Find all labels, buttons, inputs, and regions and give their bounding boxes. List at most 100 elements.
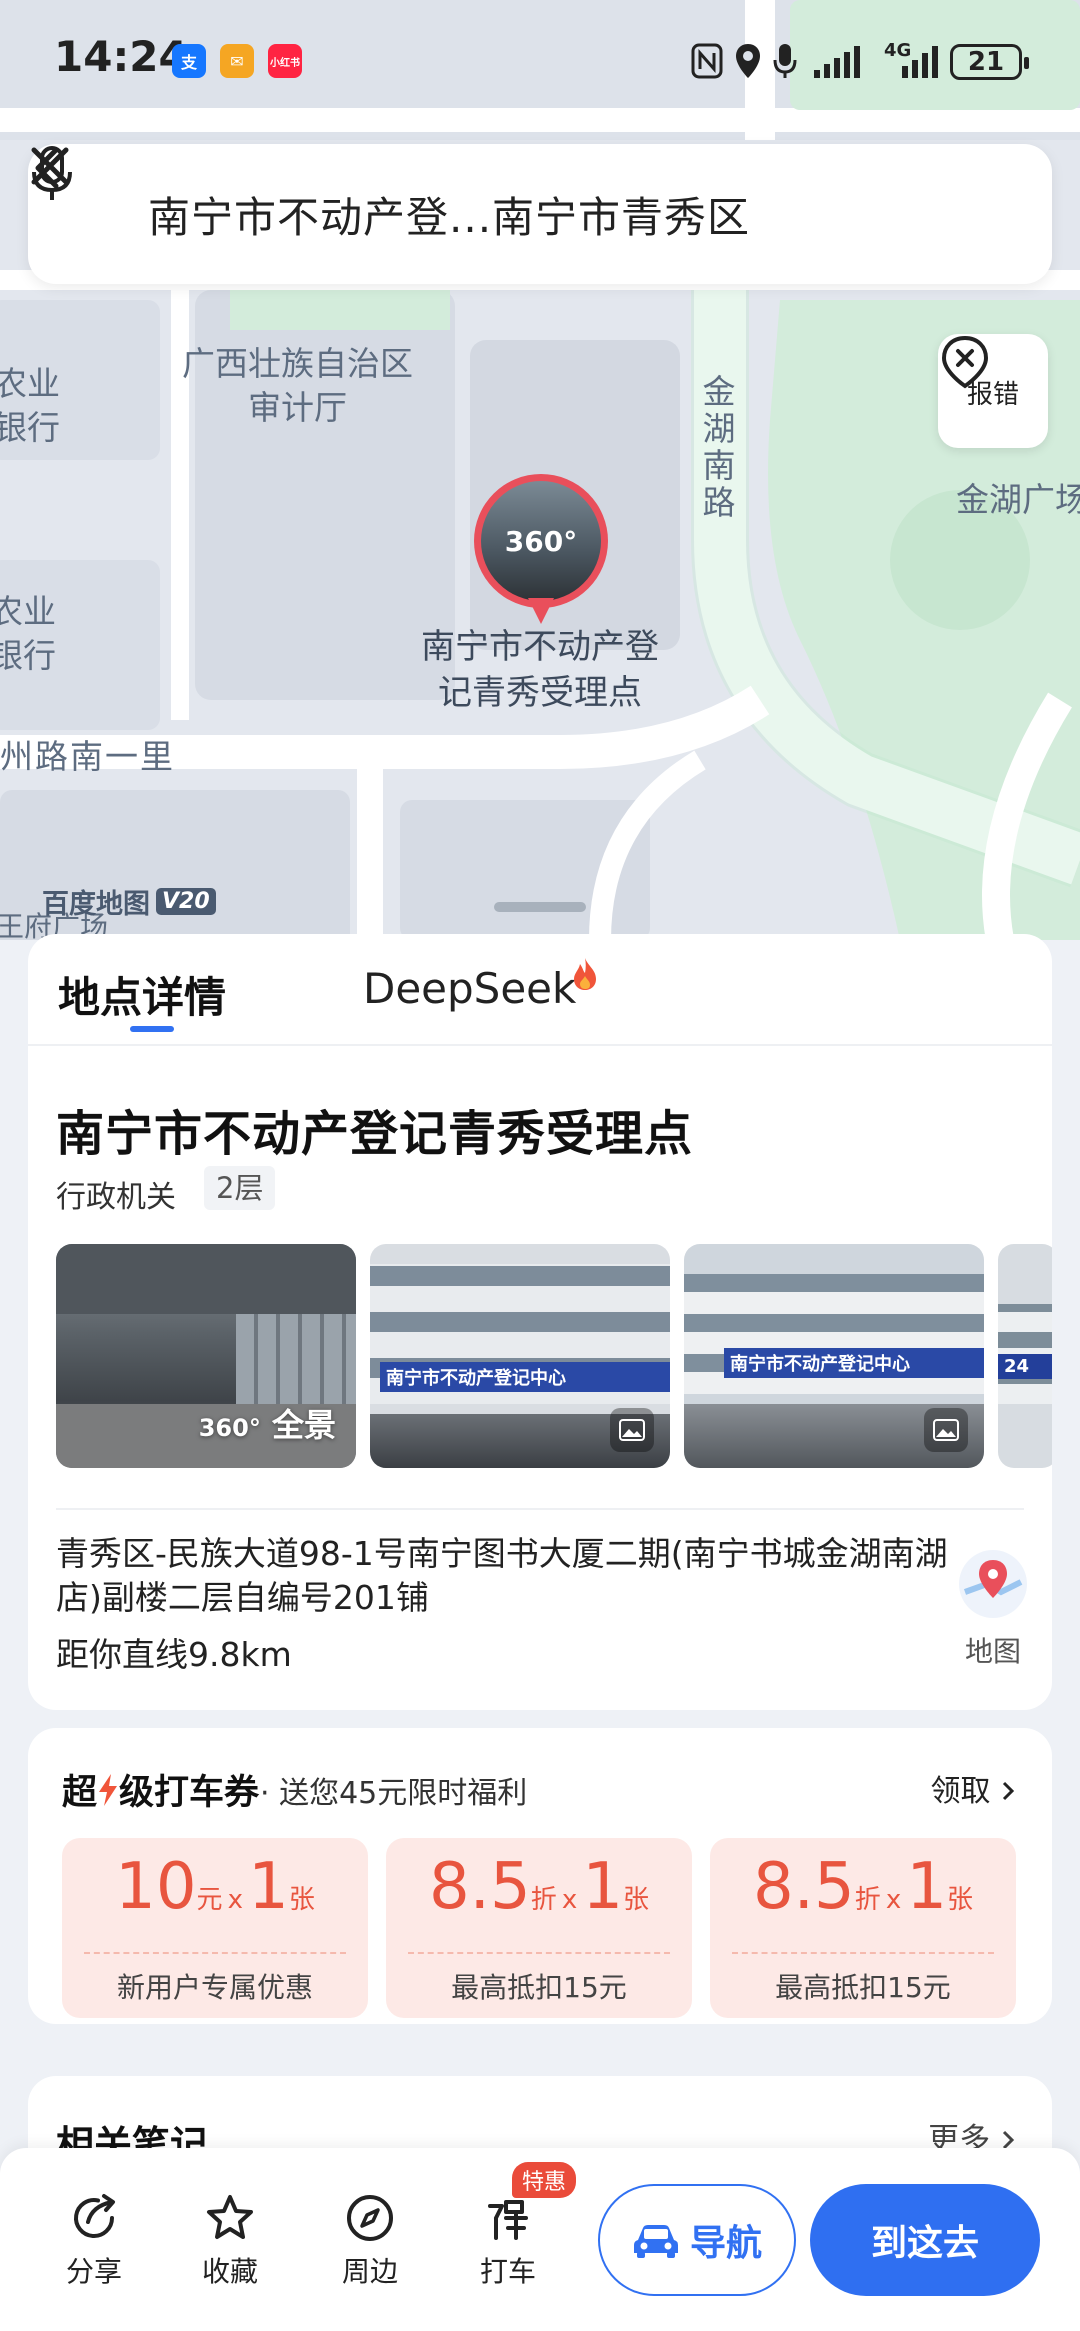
panorama-360-icon: 360°: [481, 481, 601, 601]
share-button[interactable]: 分享: [44, 2192, 144, 2290]
panorama-text: 全景: [271, 1406, 336, 1444]
drag-handle[interactable]: [494, 902, 586, 912]
clear-search-button[interactable]: [31, 144, 1052, 284]
status-bar: 14:24 支 ✉ 小红书 4G 21: [0, 0, 1080, 120]
floor-badge: 2层: [204, 1166, 276, 1210]
panorama-photo[interactable]: 360° 全景: [56, 1244, 356, 1468]
star-icon: [207, 2195, 253, 2239]
coupon-amount: 8.5: [752, 1850, 855, 1924]
nearby-button[interactable]: 周边: [320, 2192, 420, 2290]
car-icon: [633, 2225, 678, 2258]
go-here-label: 到这去: [870, 2223, 979, 2264]
place-category: 行政机关: [56, 1180, 176, 1215]
place-photo-4[interactable]: 24: [998, 1244, 1052, 1468]
map-label-audit-office: 广西壮族自治区 审计厅: [182, 344, 413, 427]
panorama-label: 360° 全景: [199, 1400, 336, 1446]
building-sign: 南宁市不动产登记中心: [724, 1348, 984, 1378]
place-title: 南宁市不动产登记青秀受理点: [56, 1106, 694, 1162]
tab-place-details[interactable]: 地点详情: [58, 964, 226, 1025]
chevron-right-icon: [1002, 1781, 1015, 1801]
coupon-times: x: [885, 1885, 902, 1915]
map-label-road-south: 州路南一里: [0, 737, 175, 776]
coupon-item[interactable]: 8.5折 x 1张 最高抵扣15元: [710, 1838, 1016, 2018]
lightning-icon: [99, 1773, 118, 1806]
coupon-value: 8.5折 x 1张: [710, 1850, 1016, 1924]
coupon-amount: 8.5: [428, 1850, 531, 1924]
xiaohongshu-icon: 小红书: [268, 44, 302, 78]
search-query[interactable]: 南宁市不动产登...南宁市青秀区: [148, 184, 844, 245]
coupon-title-prefix: 超: [62, 1773, 98, 1813]
coupon-item[interactable]: 10元 x 1张 新用户专属优惠: [62, 1838, 368, 2018]
map-label-jinhu-square: 金湖广场: [956, 480, 1080, 519]
search-bar[interactable]: 南宁市不动产登...南宁市青秀区: [28, 144, 1052, 284]
coupon-title: 超 级打车券: [62, 1764, 259, 1815]
place-address[interactable]: 青秀区-民族大道98-1号南宁图书大厦二期(南宁书城金湖南湖店)副楼二层自编号2…: [56, 1532, 956, 1620]
report-error-button[interactable]: 报错: [938, 334, 1048, 448]
map-label-bank-1: 农业 银行: [0, 364, 60, 447]
navigate-label: 导航: [689, 2223, 762, 2264]
map-location-icon: [959, 1550, 1027, 1618]
favorite-label: 收藏: [201, 2255, 258, 2288]
pin-circle: 360°: [474, 474, 608, 608]
coupon-item[interactable]: 8.5折 x 1张 最高抵扣15元: [386, 1838, 692, 2018]
map-view[interactable]: 广西壮族自治区 审计厅 农业 银行 农业 银行 州路南一里 金湖南路 金湖广场 …: [0, 0, 1080, 940]
active-tab-indicator: [130, 1026, 174, 1032]
fire-icon: [574, 958, 596, 990]
report-pin-icon: [941, 335, 989, 389]
compass-icon: [347, 2195, 393, 2241]
taxi-icon: [488, 2200, 528, 2240]
place-detail-card: 地点详情 DeepSeek 南宁市不动产登记青秀受理点 行政机关 2层 360°…: [28, 934, 1052, 1710]
logo-version: V20: [156, 888, 216, 915]
alipay-icon: 支: [172, 44, 206, 78]
navigate-button[interactable]: 导航: [598, 2184, 796, 2296]
claim-coupon-button[interactable]: 领取: [930, 1766, 1016, 1810]
pin-tail: [528, 598, 554, 624]
location-pin[interactable]: 360°: [474, 474, 608, 624]
coupon-count: 1: [582, 1850, 624, 1924]
taxi-label: 打车: [479, 2255, 536, 2288]
taxi-button[interactable]: 打车: [458, 2192, 558, 2290]
nearby-label: 周边: [341, 2255, 398, 2288]
coupon-desc: 新用户专属优惠: [116, 1971, 313, 2004]
share-icon: [74, 2194, 115, 2239]
coupon-value: 10元 x 1张: [62, 1850, 368, 1924]
map-label-bank-2: 农业 银行: [0, 592, 56, 675]
coupon-desc: 最高抵扣15元: [775, 1971, 951, 2004]
tab-deepseek[interactable]: DeepSeek: [363, 964, 576, 1013]
coupon-subtitle: · 送您45元限时福利: [260, 1776, 528, 1811]
building-sign: 24: [998, 1354, 1052, 1379]
promo-badge: 特惠: [512, 2162, 577, 2198]
photo-strip[interactable]: 360° 全景 南宁市不动产登记中心 南宁市不动产登记中心 24: [56, 1244, 1052, 1468]
share-label: 分享: [65, 2255, 122, 2288]
mail-icon: ✉: [220, 44, 254, 78]
panorama-badge: 360°: [198, 1414, 261, 1442]
go-here-button[interactable]: 到这去: [810, 2184, 1040, 2296]
coupon-desc: 最高抵扣15元: [451, 1971, 627, 2004]
coupon-divider: [408, 1952, 670, 1954]
baidu-map-logo: 百度地图 V20: [42, 882, 216, 921]
bottom-action-bar: 分享 收藏 周边 打车 特惠 导航 到这去: [0, 2148, 1080, 2331]
place-photo-3[interactable]: 南宁市不动产登记中心: [684, 1244, 984, 1468]
coupon-divider: [732, 1952, 994, 1954]
status-time: 14:24: [54, 32, 188, 81]
place-photo-2[interactable]: 南宁市不动产登记中心: [370, 1244, 670, 1468]
favorite-button[interactable]: 收藏: [180, 2192, 280, 2290]
voice-search-button[interactable]: [32, 144, 948, 284]
pin-label[interactable]: 南宁市不动产登 记青秀受理点: [380, 624, 700, 716]
coupon-count: 1: [906, 1850, 948, 1924]
claim-label: 领取: [930, 1774, 991, 1809]
map-link-label: 地图: [964, 1635, 1021, 1668]
coupon-times: x: [561, 1885, 578, 1915]
gallery-icon: [610, 1408, 654, 1452]
coupon-amount: 10: [115, 1850, 197, 1924]
coupon-divider: [84, 1952, 346, 1954]
building-sign: 南宁市不动产登记中心: [380, 1362, 670, 1392]
gallery-icon: [924, 1408, 968, 1452]
taxi-coupon-card: 超 级打车券 · 送您45元限时福利 领取 10元 x 1张 新用户专属优惠 8…: [28, 1728, 1052, 2024]
tab-bar: 地点详情 DeepSeek: [28, 934, 1052, 1046]
place-distance: 距你直线9.8km: [56, 1635, 292, 1674]
coupon-title-suffix: 级打车券: [119, 1773, 260, 1813]
view-on-map-button[interactable]: 地图: [948, 1548, 1038, 1670]
map-background: [0, 0, 1080, 940]
coupon-unit: 折: [854, 1885, 881, 1915]
